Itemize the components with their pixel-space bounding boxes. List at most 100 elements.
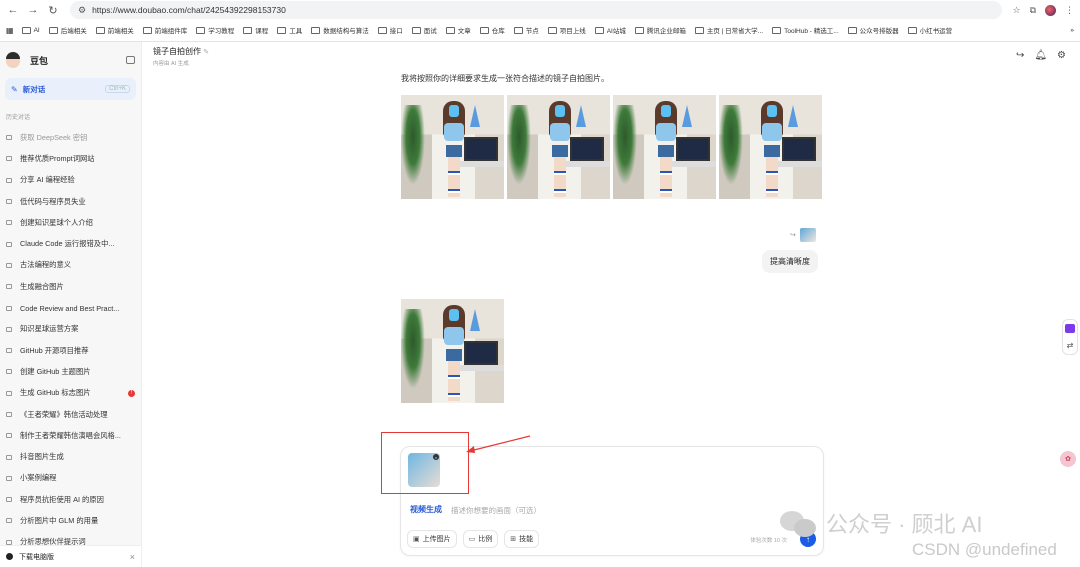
history-item[interactable]: GitHub 开源项目推荐 [0, 340, 141, 361]
history-item[interactable]: 制作王者荣耀韩信演唱会风格... [0, 425, 141, 446]
ai-assist-icon[interactable] [1065, 324, 1075, 333]
new-chat-button[interactable]: ✎ 新对话 Ctrl+K [5, 78, 136, 100]
generated-image-1[interactable] [401, 95, 504, 199]
history-item[interactable]: 《王者荣耀》韩信活动处理 [0, 404, 141, 425]
chat-icon [6, 177, 12, 183]
prompt-input[interactable]: 描述你想要的画面（可选） [451, 505, 541, 516]
skills-button[interactable]: ⊞ 技能 [504, 530, 540, 548]
url-bar[interactable]: ⚙ https://www.doubao.com/chat/2425439229… [70, 1, 1003, 19]
bookmark-item[interactable]: 主页 | 日常省大学... [694, 25, 763, 35]
bookmark-item[interactable]: 文章 [445, 25, 471, 35]
bookmark-item[interactable]: ToolHub - 精选工... [772, 25, 839, 35]
star-icon[interactable]: ☆ [1012, 5, 1020, 16]
history-item[interactable]: 创建知识星球个人介绍 [0, 212, 141, 233]
history-item[interactable]: 小案例编程 [0, 468, 141, 489]
bookmark-item[interactable]: 前端组件库 [142, 25, 187, 35]
history-item[interactable]: 古法编程的意义 [0, 255, 141, 276]
history-item[interactable]: 程序员抗拒使用 AI 的原因 [0, 489, 141, 510]
browser-chrome: ← → ↻ ⚙ https://www.doubao.com/chat/2425… [0, 0, 1080, 42]
bookmark-item[interactable]: 课程 [243, 25, 268, 35]
history-item[interactable]: 生成融合图片 [0, 276, 141, 297]
brand-name: 豆包 [30, 55, 49, 66]
generated-image-4[interactable] [719, 95, 822, 199]
chat-main: 镜子自拍创作 ✎ 内容由 AI 生成 ↪ 🔔︎ ⚙ 我将按照你的详细要求生成一张… [142, 42, 1080, 567]
profile-avatar[interactable] [1045, 4, 1056, 16]
new-chat-label: 新对话 [22, 84, 46, 94]
collapse-sidebar-icon[interactable] [126, 56, 135, 64]
bookmark-item[interactable]: 项目上线 [547, 25, 586, 35]
chat-title[interactable]: 镜子自拍创作 ✎ [153, 46, 209, 57]
bookmark-item[interactable]: AI [21, 26, 40, 34]
video-mode-tag[interactable]: 视频生成 [410, 504, 442, 515]
upload-image-button[interactable]: ▣ 上传图片 [407, 530, 457, 548]
close-icon[interactable]: × [130, 552, 135, 562]
folder-icon [21, 26, 31, 34]
history-item[interactable]: 知识星球运营方案 [0, 319, 141, 340]
translate-icon[interactable]: ⇄ [1066, 341, 1075, 350]
composer-tools: ▣ 上传图片 ▭ 比例 ⊞ 技能 [407, 530, 540, 548]
aspect-ratio-button[interactable]: ▭ 比例 [462, 530, 499, 548]
edit-icon: ✎ [11, 84, 18, 94]
history-item[interactable]: 分析图片中 GLM 的用量 [0, 510, 141, 531]
folder-icon [479, 26, 489, 34]
reload-icon[interactable]: ↻ [46, 3, 60, 17]
enhanced-image[interactable] [401, 299, 504, 403]
apps-icon[interactable]: ▦ [6, 26, 14, 35]
ai-generated-note: 内容由 AI 生成 [153, 61, 189, 67]
chat-icon [6, 348, 12, 354]
edit-title-icon[interactable]: ✎ [203, 49, 209, 56]
history-item[interactable]: 获取 DeepSeek 密钥 [0, 127, 141, 148]
bookmark-item[interactable]: AI站城 [594, 25, 626, 35]
bookmark-item[interactable]: 仓库 [479, 25, 505, 35]
user-message: 提高清晰度 [762, 250, 818, 273]
history-item[interactable]: 低代码与程序员失业 [0, 191, 141, 212]
menu-icon[interactable]: ⋮ [1065, 5, 1074, 16]
site-info-icon[interactable]: ⚙ [78, 5, 86, 16]
watermark-wechat: 公众号 · 顾北 AI [780, 507, 982, 539]
forward-icon[interactable]: → [26, 3, 40, 17]
bookmark-item[interactable]: 腾讯企业邮箱 [634, 25, 686, 35]
folder-icon [277, 26, 287, 34]
bookmark-item[interactable]: 公众号排版器 [847, 25, 899, 35]
folder-icon [48, 26, 58, 34]
bookmark-item[interactable]: 后端相关 [48, 25, 87, 35]
bookmark-item[interactable]: 节点 [513, 25, 539, 35]
download-app-bar[interactable]: 下载电脑版 × [0, 545, 141, 567]
bookmark-item[interactable]: 面试 [411, 25, 437, 35]
history-item[interactable]: 推荐优质Prompt词网站 [0, 148, 141, 169]
share-icon[interactable]: ↪ [1016, 50, 1024, 61]
generated-image-3[interactable] [613, 95, 716, 199]
referenced-image-thumb[interactable] [800, 228, 816, 242]
history-item[interactable]: Code Review and Best Pract... [0, 297, 141, 318]
chat-icon [6, 412, 12, 417]
chat-icon [6, 326, 12, 332]
history-list: 获取 DeepSeek 密钥 推荐优质Prompt词网站 分享 AI 编程经验 低代码… [0, 127, 141, 553]
chat-icon [6, 262, 12, 268]
bookmark-item[interactable]: 数据结构与算法 [311, 25, 369, 35]
bookmark-item[interactable]: 接口 [377, 25, 403, 35]
bookmarks-bar: ▦ AI 后端相关 前端相关 前端组件库 学习教程 课程 工具 数据结构与算法 接口 面试 文章 仓库… [0, 20, 1080, 40]
bookmark-item[interactable]: 前端相关 [95, 25, 134, 35]
history-item[interactable]: Claude Code 运行报错及中... [0, 233, 141, 254]
assistant-float-icon[interactable]: ✿ [1060, 451, 1076, 467]
history-item[interactable]: 生成 GitHub 标志图片! [0, 383, 141, 404]
chat-icon [6, 390, 12, 396]
bookmark-item[interactable]: 学习教程 [196, 25, 234, 35]
generated-image-2[interactable] [507, 95, 610, 199]
back-icon[interactable]: ← [6, 3, 20, 17]
extensions-icon[interactable]: ⧉ [1030, 5, 1036, 16]
sidebar: 豆包 ✎ 新对话 Ctrl+K 历史对话 获取 DeepSeek 密钥 推荐优质P… [0, 42, 142, 567]
bookmark-item[interactable]: 工具 [277, 25, 302, 35]
doubao-logo [6, 52, 20, 68]
annotation-highlight-box [381, 432, 469, 494]
address-row: ← → ↻ ⚙ https://www.doubao.com/chat/2425… [0, 0, 1080, 20]
bell-icon[interactable]: 🔔︎ [1034, 50, 1047, 61]
chat-icon [6, 475, 12, 481]
settings-icon[interactable]: ⚙ [1057, 50, 1066, 61]
history-item[interactable]: 分享 AI 编程经验 [0, 170, 141, 191]
bookmark-item[interactable]: 小红书运营 [907, 25, 952, 35]
brand-row: 豆包 [0, 46, 141, 74]
history-item[interactable]: 创建 GitHub 主题图片 [0, 361, 141, 382]
history-item[interactable]: 抖音图片生成 [0, 446, 141, 467]
more-bookmarks-icon[interactable]: » [1070, 27, 1074, 34]
